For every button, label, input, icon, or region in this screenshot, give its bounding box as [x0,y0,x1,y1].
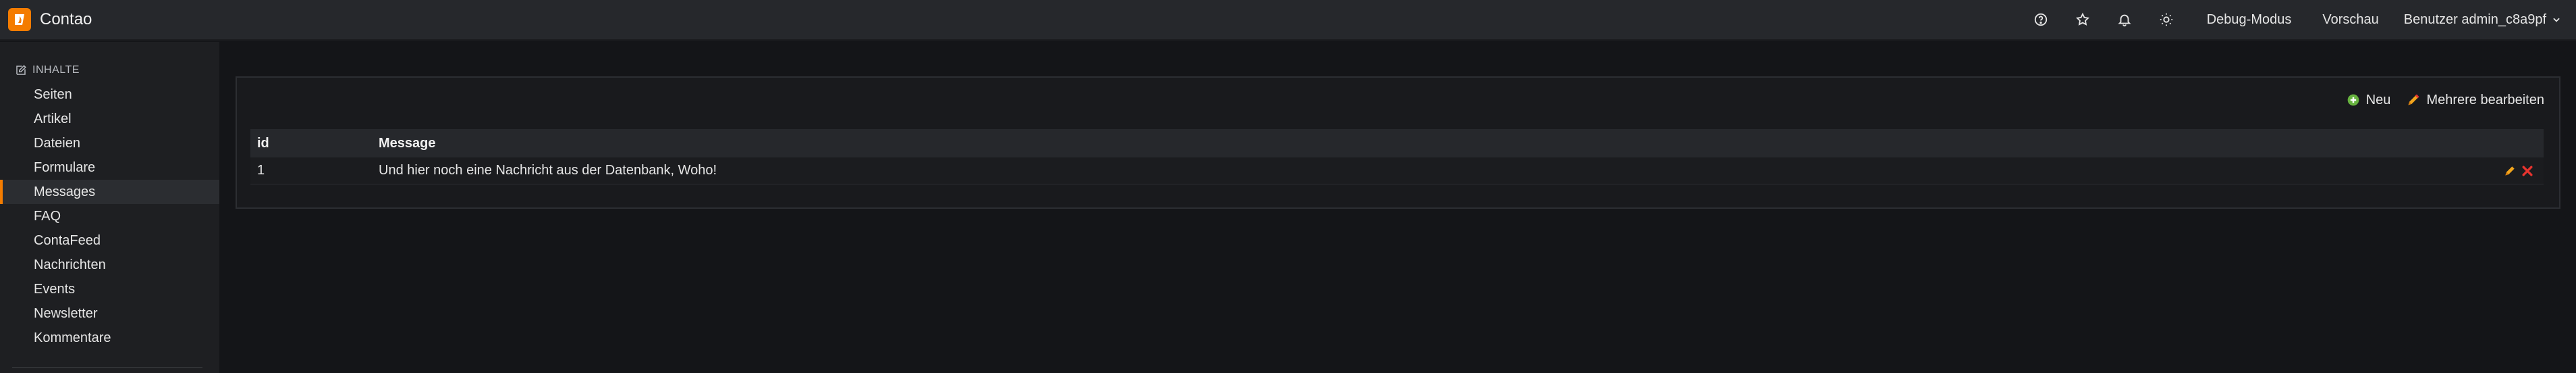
sidebar-item-dateien[interactable]: Dateien [0,131,219,155]
new-button[interactable]: Neu [2347,92,2391,108]
brand[interactable]: Contao [8,0,92,40]
sidebar-item-seiten[interactable]: Seiten [0,82,219,107]
help-icon[interactable] [2033,12,2048,27]
table-row[interactable]: 1 Und hier noch eine Nachricht aus der D… [250,157,2544,184]
cell-id: 1 [257,163,265,178]
edit-multiple-icon [2408,94,2419,105]
sidebar-item-contafeed[interactable]: ContaFeed [0,228,219,253]
sidebar-item-formulare[interactable]: Formulare [0,155,219,180]
header-actions: Debug-Modus Vorschau Benutzer admin_c8a9… [2006,0,2561,40]
table-header: id Message [250,129,2544,157]
global-operations: Neu Mehrere bearbeiten [2347,90,2544,110]
preview-link[interactable]: Vorschau [2322,12,2378,28]
edit-section-icon [16,65,26,75]
sidebar-item-kommentare[interactable]: Kommentare [0,326,219,350]
column-header-message[interactable]: Message [379,136,2503,151]
messages-table: id Message 1 Und hier noch eine Nachrich… [250,129,2544,184]
sidebar: INHALTE Seiten Artikel Dateien Formulare… [0,42,219,373]
sidebar-divider [12,367,202,368]
star-icon[interactable] [2075,12,2090,27]
sidebar-item-nachrichten[interactable]: Nachrichten [0,253,219,277]
plus-circle-icon [2347,94,2359,106]
sidebar-item-artikel[interactable]: Artikel [0,107,219,131]
app-name: Contao [40,10,92,28]
sidebar-section-header[interactable]: INHALTE [15,64,80,76]
edit-multiple-button[interactable]: Mehrere bearbeiten [2407,93,2544,108]
content-panel: Neu Mehrere bearbeiten id Message 1 Und … [236,76,2560,209]
sun-icon[interactable] [2159,12,2174,27]
cell-message: Und hier noch eine Nachricht aus der Dat… [379,163,717,178]
sidebar-nav: Seiten Artikel Dateien Formulare Message… [0,82,219,350]
bell-icon[interactable] [2117,12,2132,27]
sidebar-section-title: INHALTE [32,64,80,76]
column-header-id[interactable]: id [250,136,379,151]
sidebar-item-faq[interactable]: FAQ [0,204,219,228]
sidebar-item-newsletter[interactable]: Newsletter [0,301,219,326]
sidebar-item-messages[interactable]: Messages [0,180,219,204]
debug-mode-link[interactable]: Debug-Modus [2207,12,2292,28]
user-menu[interactable]: Benutzer admin_c8a9pf [2404,12,2561,28]
row-actions [2503,164,2544,178]
chevron-down-icon [2553,18,2560,22]
sidebar-item-events[interactable]: Events [0,277,219,301]
new-button-label: Neu [2365,92,2391,107]
edit-multiple-label: Mehrere bearbeiten [2426,92,2544,107]
contao-logo-icon [8,8,31,31]
top-header: Contao Debug-Modus Vorschau Benutzer adm… [0,0,2576,41]
delete-icon[interactable] [2521,164,2534,178]
user-label: Benutzer admin_c8a9pf [2403,11,2546,27]
edit-icon[interactable] [2503,164,2517,178]
